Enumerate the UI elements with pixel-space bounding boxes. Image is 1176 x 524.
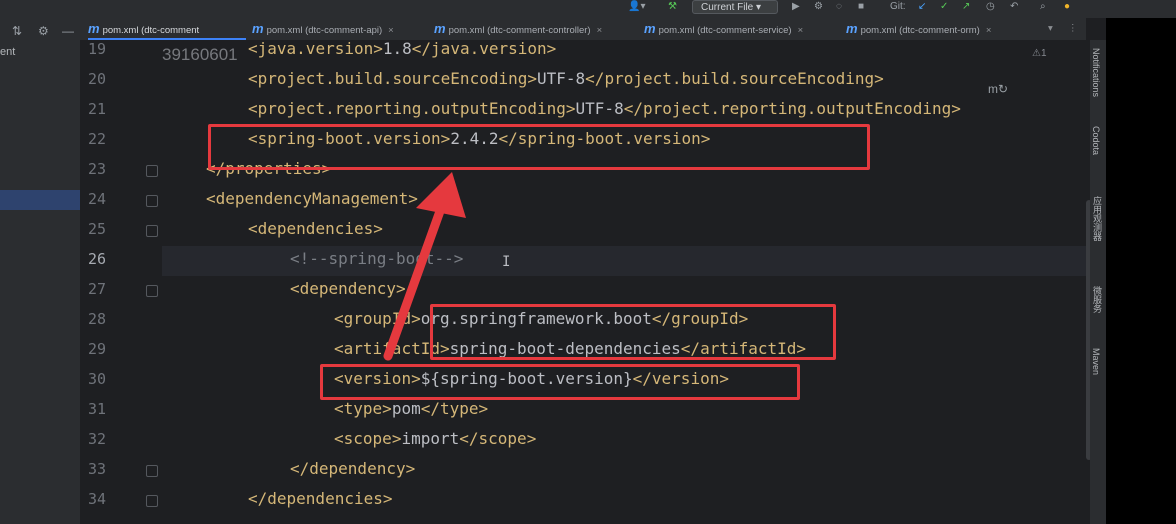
tab-pom-dtc-comment-orm[interactable]: m pom.xml (dtc-comment-orm) × [846, 18, 1024, 40]
codota-tool[interactable]: Codota [1091, 126, 1101, 155]
line-number[interactable]: 22 [80, 124, 106, 154]
project-tree-item[interactable]: ent [0, 46, 15, 58]
fold-marker-icon[interactable] [146, 195, 158, 207]
tab-pom-dtc-comment-api[interactable]: m pom.xml (dtc-comment-api) × [252, 18, 422, 40]
collapse-all-icon[interactable]: ⇅ [12, 24, 22, 38]
line-number[interactable]: 23 [80, 154, 106, 184]
fold-marker-icon[interactable] [146, 225, 158, 237]
close-tab-icon[interactable]: × [798, 25, 804, 36]
tab-pom-dtc-comment-controller[interactable]: m pom.xml (dtc-comment-controller) × [434, 18, 634, 40]
text-cursor-icon: I [502, 254, 511, 270]
tabs-more-icon[interactable]: ▾ [1048, 18, 1062, 40]
rollback-icon[interactable]: ↶ [1010, 0, 1018, 14]
tab-pom-dtc-comment-service[interactable]: m pom.xml (dtc-comment-service) × [644, 18, 836, 40]
main-toolbar: 👤▾ ⚒ Current File ▾ ▶ ⚙ ◌ ■ Git: ↙ ✓ ↗ ◷… [0, 0, 1176, 18]
stop-icon[interactable]: ■ [858, 0, 864, 14]
git-label: Git: [890, 1, 906, 12]
line-number[interactable]: 25 [80, 214, 106, 244]
editor-gutter: 19 20 21 22 23 24 25 26 27 28 29 30 31 3… [80, 40, 162, 524]
fold-marker-icon[interactable] [146, 165, 158, 177]
line-number[interactable]: 24 [80, 184, 106, 214]
line-number[interactable]: 33 [80, 454, 106, 484]
settings-gear-icon[interactable]: ⚙ [38, 24, 49, 38]
user-icon[interactable]: 👤▾ [628, 0, 645, 14]
project-tree-selected-row[interactable] [0, 190, 80, 210]
project-tool-window: ⇅ ⚙ — ent [0, 18, 81, 524]
coverage-icon[interactable]: ◌ [836, 0, 842, 14]
tab-label: pom.xml (dtc-comment-orm) [860, 25, 980, 36]
debug-icon[interactable]: ⚙ [814, 0, 823, 14]
line-number[interactable]: 31 [80, 394, 106, 424]
hide-panel-icon[interactable]: — [62, 24, 74, 38]
annotation-arrow [383, 172, 466, 361]
maven-tool[interactable]: Maven [1091, 348, 1101, 375]
git-push-icon[interactable]: ↗ [962, 0, 970, 14]
line-number[interactable]: 21 [80, 94, 106, 124]
line-number[interactable]: 29 [80, 334, 106, 364]
tab-label: pom.xml (dtc-comment-api) [266, 25, 383, 36]
tab-label: pom.xml (dtc-comment-service) [658, 25, 792, 36]
line-number[interactable]: 32 [80, 424, 106, 454]
line-number[interactable]: 20 [80, 64, 106, 94]
line-number[interactable]: 30 [80, 364, 106, 394]
maven-file-icon: m [434, 21, 446, 36]
editor-tab-bar: m pom.xml (dtc-comment m pom.xml (dtc-comm… [80, 18, 1086, 41]
tab-pom-dtc-comment[interactable]: m pom.xml (dtc-comment [88, 18, 246, 40]
right-tool-strip [1090, 40, 1106, 524]
line-number[interactable]: 34 [80, 484, 106, 514]
line-number[interactable]: 19 [80, 34, 106, 64]
close-tab-icon[interactable]: × [597, 25, 603, 36]
line-number[interactable]: 27 [80, 274, 106, 304]
run-config-select[interactable]: Current File ▾ [692, 0, 778, 14]
line-number[interactable]: 26 [80, 244, 106, 274]
build-hammer-icon[interactable]: ⚒ [668, 0, 677, 14]
fold-marker-icon[interactable] [146, 495, 158, 507]
run-config-label: Current File [701, 2, 754, 13]
history-icon[interactable]: ◷ [986, 0, 995, 14]
fold-marker-icon[interactable] [146, 285, 158, 297]
update-badge-icon[interactable]: ● [1064, 0, 1070, 14]
close-tab-icon[interactable]: × [388, 25, 394, 36]
search-icon[interactable]: ⌕ [1040, 0, 1046, 14]
maven-file-icon: m [252, 21, 264, 36]
code-editor[interactable]: <java.version>1.8</java.version> <projec… [162, 40, 1086, 524]
close-tab-icon[interactable]: × [986, 25, 992, 36]
notifications-tool[interactable]: Notifications [1091, 48, 1101, 97]
git-commit-icon[interactable]: ✓ [940, 0, 948, 14]
line-number[interactable]: 28 [80, 304, 106, 334]
screen-edge [1106, 18, 1176, 524]
maven-file-icon: m [644, 21, 656, 36]
git-update-icon[interactable]: ↙ [918, 0, 926, 14]
app-observer-tool[interactable]: 应用观测器 [1091, 196, 1104, 241]
tabs-options-icon[interactable]: ⋮ [1068, 18, 1082, 40]
tab-label: pom.xml (dtc-comment-controller) [448, 25, 591, 36]
tab-label: pom.xml (dtc-comment [102, 25, 200, 36]
microservice-tool[interactable]: 微服务 [1091, 286, 1104, 313]
maven-file-icon: m [846, 21, 858, 36]
fold-marker-icon[interactable] [146, 465, 158, 477]
run-icon[interactable]: ▶ [792, 0, 800, 14]
